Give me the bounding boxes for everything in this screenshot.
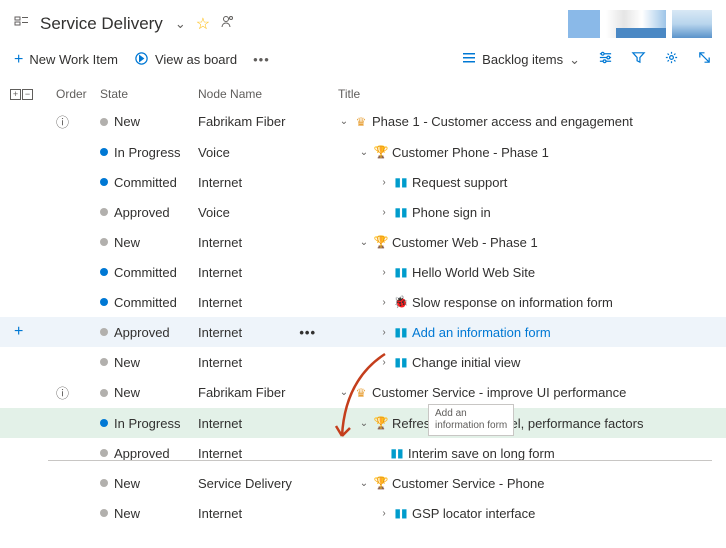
table-row[interactable]: + Approved Internet ••• ›▮▮Add an inform… <box>0 317 726 347</box>
settings-sliders-icon[interactable] <box>598 50 613 69</box>
board-icon <box>134 51 149 69</box>
state-dot <box>100 328 108 336</box>
state-dot <box>100 268 108 276</box>
state-dot <box>100 479 108 487</box>
pbi-icon: ▮▮ <box>394 265 408 279</box>
filter-icon[interactable] <box>631 50 646 69</box>
state-dot <box>100 298 108 306</box>
table-row[interactable]: New Internet ⌄🏆Customer Web - Phase 1 <box>0 227 726 257</box>
bug-icon: 🐞 <box>394 295 408 309</box>
collapse-all-icon[interactable]: − <box>22 89 33 100</box>
more-actions-button[interactable]: ••• <box>253 52 270 67</box>
table-row[interactable]: Approved Internet ▮▮Interim save on long… <box>0 438 726 468</box>
chevron-right-icon[interactable]: › <box>378 508 390 519</box>
drag-tooltip: Add aninformation form <box>428 404 514 436</box>
backlog-table: + − Order State Node Name Title ⓘ New Fa… <box>0 83 726 528</box>
plus-icon: + <box>14 51 23 69</box>
state-dot <box>100 449 108 457</box>
pbi-icon: ▮▮ <box>394 506 408 520</box>
state-dot <box>100 178 108 186</box>
table-row[interactable]: Committed Internet ›▮▮Request support <box>0 167 726 197</box>
pbi-icon: ▮▮ <box>394 205 408 219</box>
state-dot <box>100 509 108 517</box>
table-row[interactable]: New Internet ›▮▮Change initial view <box>0 347 726 377</box>
drop-separator <box>48 460 712 461</box>
chevron-right-icon[interactable]: › <box>378 327 390 338</box>
fullscreen-icon[interactable] <box>697 50 712 69</box>
chevron-down-icon[interactable]: ⌄ <box>358 147 370 158</box>
state-dot <box>100 238 108 246</box>
pbi-icon: ▮▮ <box>394 355 408 369</box>
table-row[interactable]: ⓘ New Fabrikam Fiber ⌄♛Phase 1 - Custome… <box>0 106 726 137</box>
page-title: Service Delivery <box>40 14 163 34</box>
state-dot <box>100 358 108 366</box>
chevron-down-icon[interactable]: ⌄ <box>338 387 350 398</box>
expand-collapse-all[interactable]: + − <box>10 89 33 100</box>
state-dot <box>100 389 108 397</box>
epic-icon: ♛ <box>354 115 368 129</box>
view-as-board-label: View as board <box>155 52 237 67</box>
backlog-level-icon <box>462 51 476 68</box>
feature-icon: 🏆 <box>374 476 388 490</box>
table-row[interactable]: Approved Voice ›▮▮Phone sign in <box>0 197 726 227</box>
state-dot <box>100 208 108 216</box>
backlog-level-label: Backlog items <box>482 52 563 67</box>
state-dot <box>100 118 108 126</box>
backlog-icon <box>14 15 30 34</box>
epic-icon: ♛ <box>354 386 368 400</box>
table-row[interactable]: In Progress Internet ⌄🏆Refresh web look,… <box>0 408 726 438</box>
chevron-down-icon[interactable]: ⌄ <box>358 418 370 429</box>
state-dot <box>100 419 108 427</box>
pbi-icon: ▮▮ <box>394 175 408 189</box>
chevron-down-icon[interactable]: ⌄ <box>338 116 350 127</box>
info-icon[interactable]: ⓘ <box>56 112 69 131</box>
feature-icon: 🏆 <box>374 235 388 249</box>
chevron-right-icon[interactable]: › <box>378 357 390 368</box>
view-as-board-button[interactable]: View as board <box>134 51 237 69</box>
feature-icon: 🏆 <box>374 145 388 159</box>
chevron-down-icon[interactable]: ⌄ <box>358 478 370 489</box>
chevron-right-icon[interactable]: › <box>378 207 390 218</box>
row-more-actions[interactable]: ••• <box>299 325 316 340</box>
col-order[interactable]: Order <box>56 87 100 101</box>
table-row[interactable]: New Internet ›▮▮GSP locator interface <box>0 498 726 528</box>
backlog-level-selector[interactable]: Backlog items ⌄ <box>462 51 580 68</box>
favorite-star-icon[interactable]: ☆ <box>196 14 210 34</box>
col-node[interactable]: Node Name <box>198 87 338 101</box>
new-work-item-label: New Work Item <box>29 52 118 67</box>
toolbar: + New Work Item View as board ••• Backlo… <box>0 42 726 83</box>
pbi-icon: ▮▮ <box>390 446 404 460</box>
col-title[interactable]: Title <box>338 87 716 101</box>
add-child-button[interactable]: + <box>14 323 23 341</box>
table-row[interactable]: Committed Internet ›▮▮Hello World Web Si… <box>0 257 726 287</box>
pbi-icon: ▮▮ <box>394 325 408 339</box>
chevron-right-icon[interactable]: › <box>378 267 390 278</box>
expand-all-icon[interactable]: + <box>10 89 21 100</box>
state-dot <box>100 148 108 156</box>
table-row[interactable]: Committed Internet ›🐞Slow response on in… <box>0 287 726 317</box>
gear-icon[interactable] <box>664 50 679 69</box>
chevron-right-icon[interactable]: › <box>378 177 390 188</box>
page-header: Service Delivery ⌄ ☆ <box>0 0 726 42</box>
table-row[interactable]: New Service Delivery ⌄🏆Customer Service … <box>0 468 726 498</box>
brand-logo <box>568 10 712 38</box>
feature-icon: 🏆 <box>374 416 388 430</box>
chevron-right-icon[interactable]: › <box>378 297 390 308</box>
chevron-down-icon[interactable]: ⌄ <box>358 237 370 248</box>
info-icon[interactable]: ⓘ <box>56 383 69 402</box>
col-state[interactable]: State <box>100 87 198 101</box>
table-row[interactable]: In Progress Voice ⌄🏆Customer Phone - Pha… <box>0 137 726 167</box>
table-header: + − Order State Node Name Title <box>0 83 726 106</box>
new-work-item-button[interactable]: + New Work Item <box>14 51 118 69</box>
title-chevron-icon[interactable]: ⌄ <box>175 16 186 32</box>
people-icon[interactable] <box>220 14 236 34</box>
table-row[interactable]: ⓘ New Fabrikam Fiber ⌄♛Customer Service … <box>0 377 726 408</box>
chevron-down-icon: ⌄ <box>569 52 580 68</box>
